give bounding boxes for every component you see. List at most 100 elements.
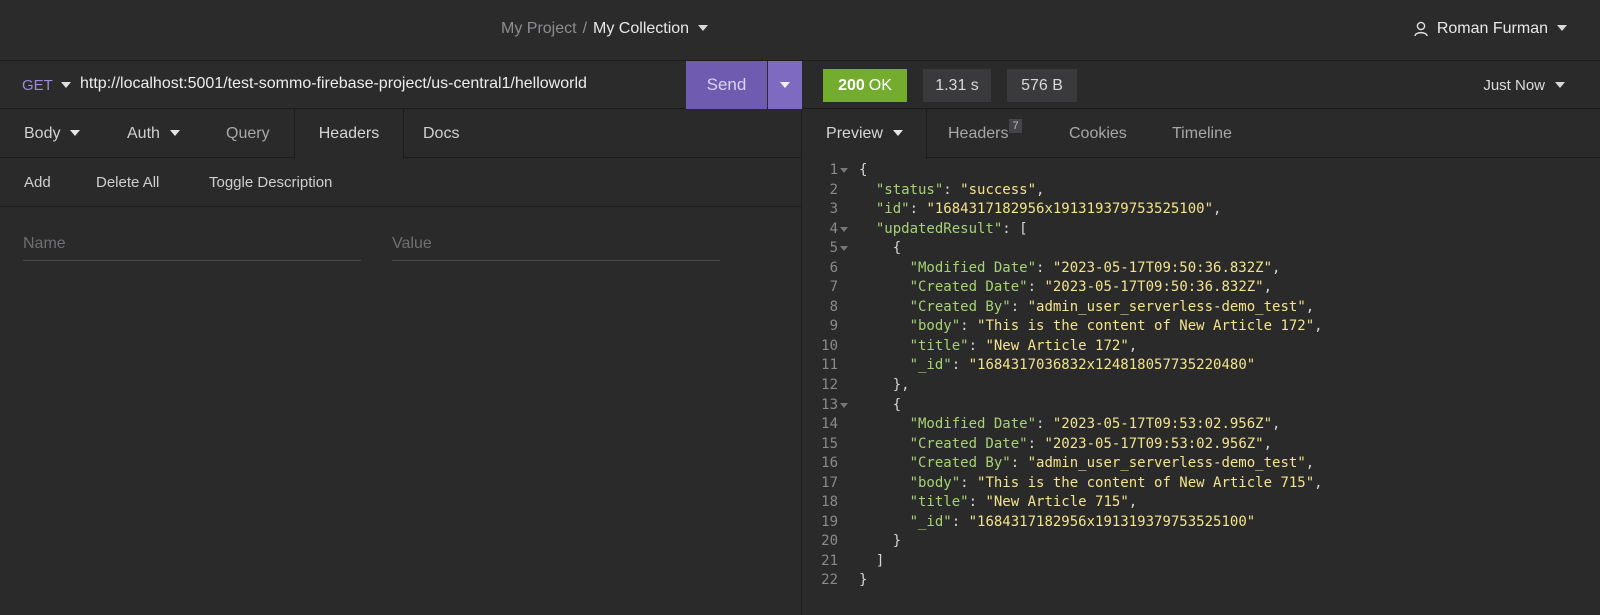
code-line: 9 "body": "This is the content of New Ar… bbox=[803, 317, 1600, 337]
code-text: "Created Date": "2023-05-17T09:50:36.832… bbox=[859, 278, 1272, 298]
chevron-down-icon[interactable] bbox=[1557, 25, 1567, 31]
tab-headers[interactable]: Headers bbox=[294, 109, 404, 159]
code-line: 5 { bbox=[803, 239, 1600, 259]
code-line: 15 "Created Date": "2023-05-17T09:53:02.… bbox=[803, 435, 1600, 455]
tab-auth-label: Auth bbox=[127, 124, 160, 142]
response-pane: 200 OK 1.31 s 576 B Just Now Preview Head… bbox=[803, 61, 1600, 615]
line-number: 22 bbox=[821, 572, 838, 589]
json-punctuation: : bbox=[960, 318, 978, 335]
fold-toggle-icon[interactable] bbox=[840, 226, 848, 232]
json-punctuation bbox=[859, 260, 910, 276]
json-punctuation bbox=[859, 299, 910, 315]
code-line: 16 "Created By": "admin_user_serverless-… bbox=[803, 454, 1600, 474]
code-text: "Modified Date": "2023-05-17T09:53:02.95… bbox=[859, 415, 1281, 435]
json-punctuation bbox=[859, 221, 876, 237]
tab-query[interactable]: Query bbox=[226, 109, 270, 158]
collection-dropdown[interactable]: My Collection bbox=[593, 20, 689, 37]
json-punctuation: : [ bbox=[1002, 220, 1028, 237]
breadcrumb-separator: / bbox=[582, 20, 588, 37]
fold-toggle-icon[interactable] bbox=[840, 246, 848, 252]
json-key: "_id" bbox=[909, 513, 952, 530]
json-punctuation: , bbox=[1305, 298, 1315, 315]
json-punctuation: }, bbox=[859, 377, 910, 394]
code-line: 21 ] bbox=[803, 552, 1600, 572]
json-punctuation: { bbox=[859, 240, 902, 257]
method-label: GET bbox=[22, 77, 53, 94]
add-header-button[interactable]: Add bbox=[24, 174, 51, 191]
request-pane: GET http://localhost:5001/test-sommo-fir… bbox=[0, 61, 802, 615]
tab-cookies[interactable]: Cookies bbox=[1069, 109, 1127, 158]
breadcrumb-project[interactable]: My Project bbox=[501, 20, 577, 37]
chevron-down-icon[interactable] bbox=[698, 24, 709, 31]
json-punctuation: : bbox=[968, 337, 986, 354]
chevron-down-icon bbox=[892, 130, 903, 136]
fold-toggle-icon[interactable] bbox=[840, 168, 848, 173]
code-line: 10 "title": "New Article 172", bbox=[803, 337, 1600, 357]
tab-timeline[interactable]: Timeline bbox=[1172, 109, 1232, 158]
json-key: "body" bbox=[909, 474, 961, 491]
json-string: "New Article 172" bbox=[985, 337, 1129, 354]
user-menu[interactable]: Roman Furman bbox=[1414, 20, 1567, 38]
code-line: 13 { bbox=[803, 396, 1600, 416]
send-button[interactable]: Send bbox=[686, 61, 767, 109]
line-number: 11 bbox=[821, 357, 838, 374]
tab-preview[interactable]: Preview bbox=[803, 109, 927, 159]
line-number: 19 bbox=[821, 513, 838, 530]
code-text: "Created Date": "2023-05-17T09:53:02.956… bbox=[859, 435, 1272, 455]
code-line: 20 } bbox=[803, 532, 1600, 552]
json-punctuation bbox=[859, 338, 910, 354]
json-punctuation bbox=[859, 318, 910, 334]
code-text: "title": "New Article 172", bbox=[859, 337, 1138, 357]
history-dropdown[interactable]: Just Now bbox=[1483, 77, 1565, 94]
code-line: 4 "updatedResult": [ bbox=[803, 220, 1600, 240]
request-tabs: Body Auth Query Headers Docs bbox=[0, 109, 802, 159]
json-punctuation bbox=[859, 475, 910, 491]
json-string: "New Article 715" bbox=[985, 494, 1129, 511]
line-number: 6 bbox=[829, 259, 838, 276]
fold-toggle-icon[interactable] bbox=[840, 402, 848, 408]
toggle-description-button[interactable]: Toggle Description bbox=[209, 174, 332, 191]
json-punctuation: , bbox=[1128, 494, 1138, 511]
header-name-field[interactable]: Name bbox=[23, 221, 361, 261]
json-punctuation: : bbox=[951, 513, 969, 530]
json-punctuation bbox=[859, 201, 876, 217]
json-punctuation: : bbox=[968, 494, 986, 511]
code-line: 7 "Created Date": "2023-05-17T09:50:36.8… bbox=[803, 278, 1600, 298]
method-dropdown[interactable]: GET bbox=[22, 77, 71, 94]
line-number: 8 bbox=[829, 298, 838, 315]
code-text: "Created By": "admin_user_serverless-dem… bbox=[859, 454, 1315, 474]
chevron-down-icon bbox=[1555, 82, 1565, 89]
json-punctuation: , bbox=[1263, 279, 1273, 296]
json-string: "This is the content of New Article 715" bbox=[977, 474, 1315, 491]
history-label: Just Now bbox=[1483, 77, 1545, 94]
code-text: "status": "success", bbox=[859, 181, 1045, 201]
response-preview[interactable]: 1{2 "status": "success", 3 "id": "1684317… bbox=[803, 161, 1600, 591]
tab-docs[interactable]: Docs bbox=[423, 109, 459, 158]
tab-body[interactable]: Body bbox=[24, 109, 81, 158]
line-number: 12 bbox=[821, 377, 838, 394]
code-text: { bbox=[859, 161, 867, 181]
send-options-button[interactable] bbox=[768, 61, 802, 109]
tab-auth[interactable]: Auth bbox=[127, 109, 180, 158]
json-key: "Modified Date" bbox=[909, 259, 1037, 276]
tab-query-label: Query bbox=[226, 124, 270, 142]
tab-response-headers[interactable]: Headers 7 bbox=[948, 109, 1022, 158]
user-name: Roman Furman bbox=[1436, 20, 1548, 37]
json-punctuation: : bbox=[951, 357, 969, 374]
json-punctuation: } bbox=[859, 572, 868, 589]
delete-all-button[interactable]: Delete All bbox=[96, 174, 159, 191]
tab-body-label: Body bbox=[24, 124, 61, 142]
json-punctuation: : bbox=[909, 201, 927, 218]
json-string: "This is the content of New Article 172" bbox=[977, 318, 1315, 335]
line-number: 1 bbox=[829, 162, 838, 178]
header-value-field[interactable]: Value bbox=[392, 221, 720, 261]
json-punctuation: ] bbox=[859, 552, 885, 569]
json-punctuation: : bbox=[960, 474, 978, 491]
json-punctuation bbox=[859, 357, 910, 373]
url-input[interactable]: http://localhost:5001/test-sommo-firebas… bbox=[80, 75, 587, 93]
breadcrumb: My Project / My Collection bbox=[501, 20, 709, 38]
response-status-bar: 200 OK 1.31 s 576 B Just Now bbox=[803, 61, 1600, 109]
tab-preview-label: Preview bbox=[826, 125, 883, 142]
code-line: 11 "_id": "1684317036832x124818057735220… bbox=[803, 356, 1600, 376]
line-number: 3 bbox=[829, 201, 838, 218]
